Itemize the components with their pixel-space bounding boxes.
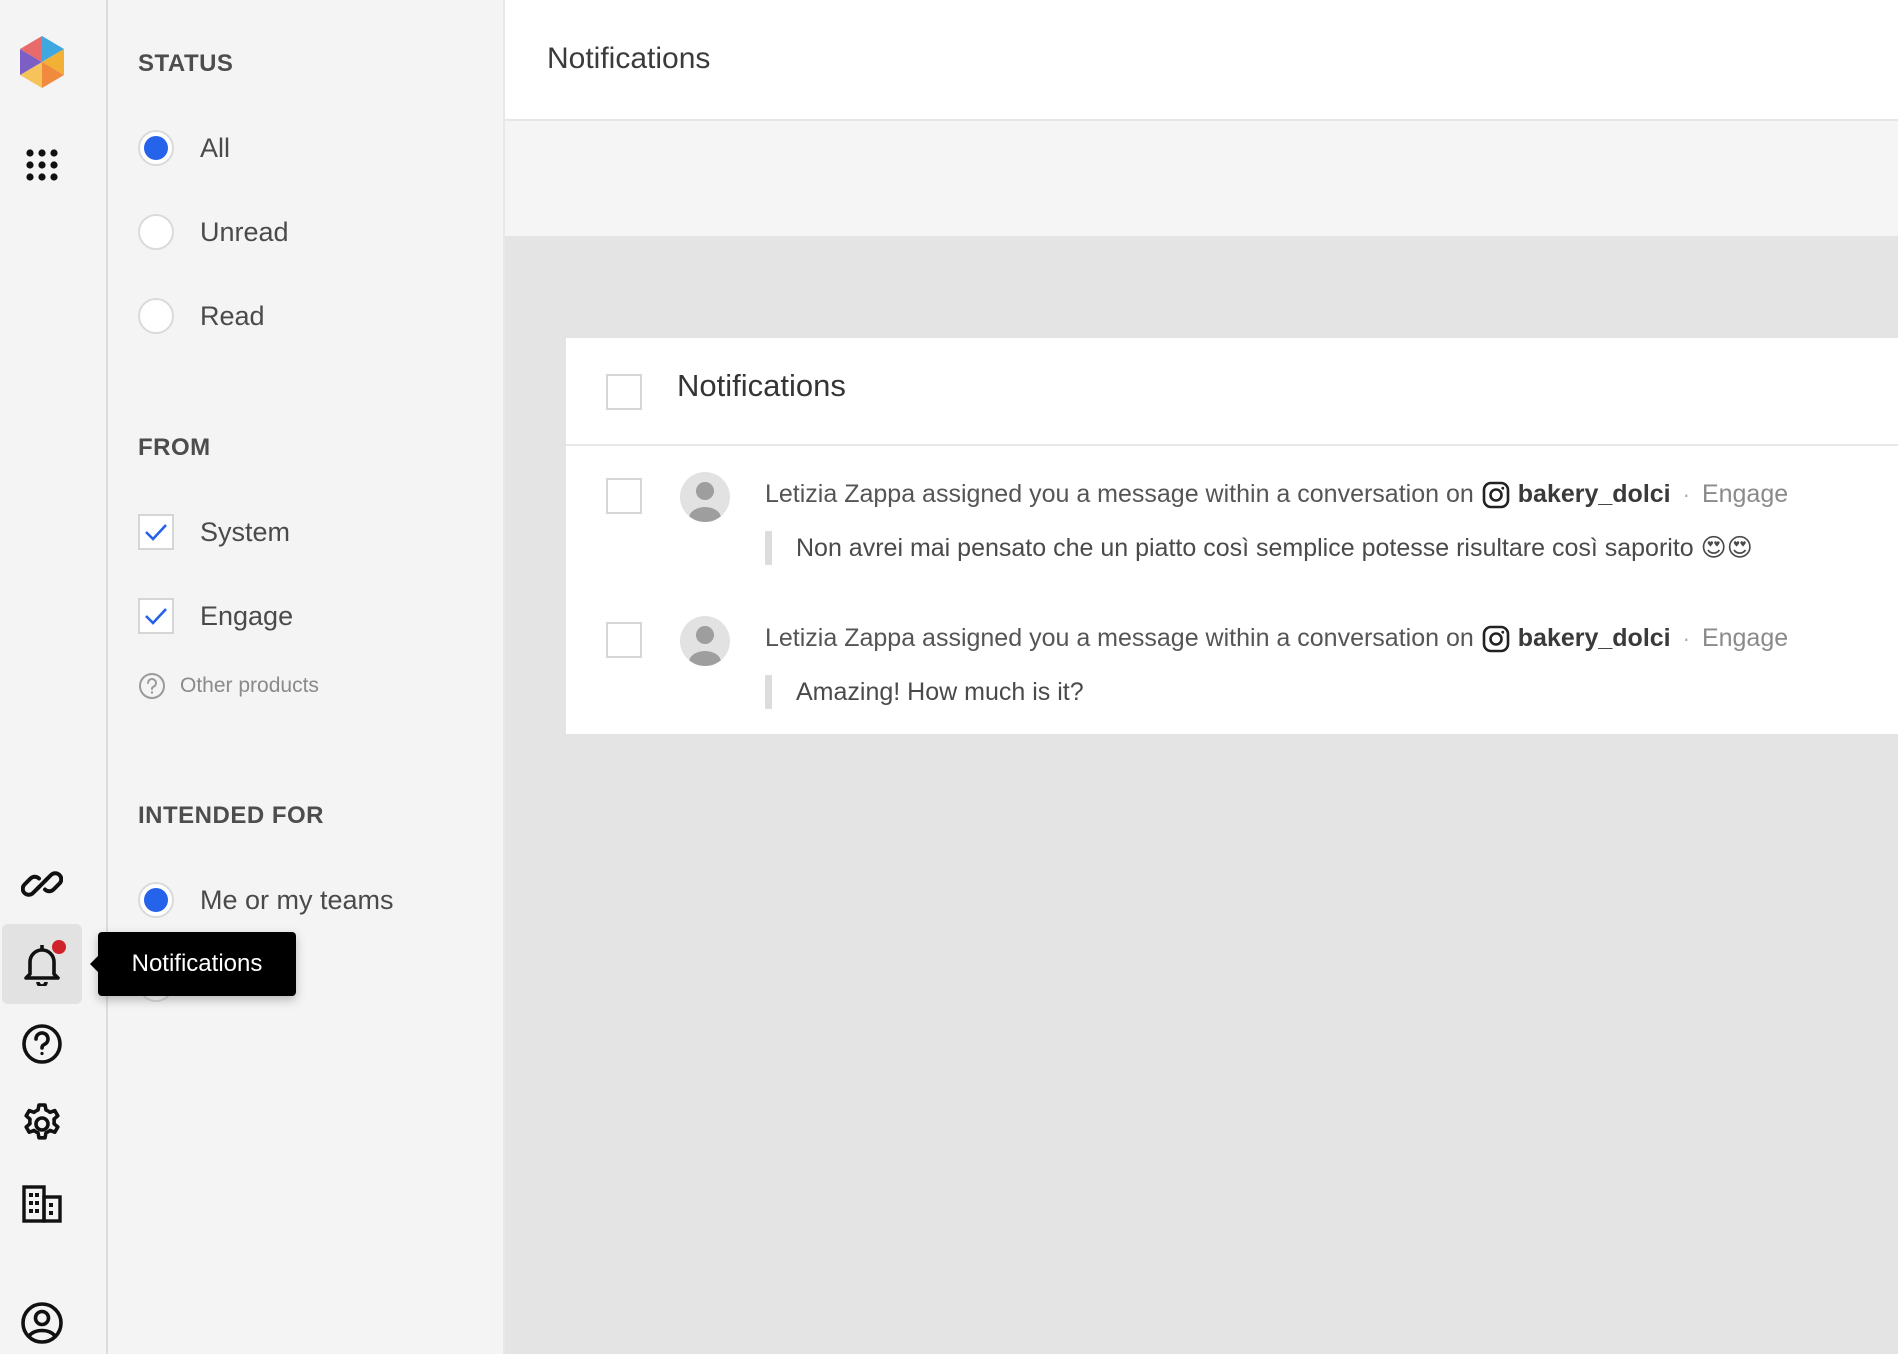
status-read-label: Read — [200, 300, 265, 331]
message-quote: Non avrei mai pensato che un piatto così… — [765, 531, 1753, 565]
status-read-radio[interactable] — [138, 298, 174, 334]
from-section-title: FROM — [138, 434, 211, 461]
gear-icon — [24, 1103, 60, 1140]
account-handle[interactable]: bakery_dolci — [1518, 480, 1671, 509]
account-button[interactable] — [2, 1283, 82, 1354]
from-option-engage[interactable]: Engage — [138, 596, 293, 636]
notification-badge — [52, 940, 66, 954]
page-header: Notifications — [505, 0, 1898, 121]
select-all-checkbox[interactable] — [606, 374, 642, 410]
avatar — [680, 472, 730, 522]
notification-text: Letizia Zappa assigned you a message wit… — [765, 624, 1474, 652]
separator-dot: · — [1682, 481, 1690, 507]
status-unread-radio[interactable] — [138, 214, 174, 250]
building-icon — [22, 1185, 62, 1223]
from-system-checkbox[interactable] — [138, 514, 174, 550]
other-products-label: Other products — [180, 674, 319, 697]
account-icon — [21, 1302, 63, 1344]
checkmark-icon — [145, 524, 167, 541]
settings-button[interactable] — [2, 1084, 82, 1164]
app-logo[interactable] — [2, 22, 82, 102]
organization-button[interactable] — [2, 1164, 82, 1244]
status-option-unread[interactable]: Unread — [138, 212, 289, 252]
account-handle[interactable]: bakery_dolci — [1518, 624, 1671, 653]
link-icon — [21, 871, 63, 897]
notifications-card: Notifications Letizia Zappa assigned you… — [566, 338, 1898, 734]
intended-for-section-title: INTENDED FOR — [138, 802, 324, 829]
card-header: Notifications — [566, 338, 1898, 446]
intended-option-me[interactable]: Me or my teams — [138, 880, 394, 920]
message-quote: Amazing! How much is it? — [765, 675, 1084, 709]
product-label: Engage — [1701, 480, 1789, 508]
logo-hex-icon — [20, 36, 64, 88]
notification-checkbox[interactable] — [606, 478, 642, 514]
links-button[interactable] — [2, 844, 82, 924]
from-option-system[interactable]: System — [138, 512, 290, 552]
notification-message: Letizia Zappa assigned you a message wit… — [765, 480, 1788, 509]
status-all-radio[interactable] — [138, 130, 174, 166]
card-title: Notifications — [677, 368, 846, 403]
avatar — [680, 616, 730, 666]
user-avatar-icon — [689, 626, 721, 666]
notifications-tooltip: Notifications — [90, 932, 296, 996]
help-icon — [22, 1024, 62, 1064]
notification-text: Letizia Zappa assigned you a message wit… — [765, 480, 1474, 508]
checkmark-icon — [145, 608, 167, 625]
status-unread-label: Unread — [200, 216, 289, 247]
product-label: Engage — [1701, 624, 1789, 652]
page-title: Notifications — [547, 42, 711, 75]
toolbar — [505, 121, 1898, 236]
from-engage-label: Engage — [200, 600, 294, 631]
separator-dot: · — [1682, 625, 1690, 651]
status-all-label: All — [200, 132, 231, 163]
user-avatar-icon — [689, 482, 721, 522]
apps-grid-icon — [26, 149, 58, 181]
from-system-label: System — [200, 516, 291, 547]
filter-panel: STATUS All Unread Read FROM System Engag… — [108, 0, 505, 1354]
notifications-button[interactable] — [2, 924, 82, 1004]
intended-me-radio[interactable] — [138, 882, 174, 918]
status-option-all[interactable]: All — [138, 128, 230, 168]
notification-row[interactable]: Letizia Zappa assigned you a message wit… — [566, 446, 1898, 590]
status-option-read[interactable]: Read — [138, 296, 265, 336]
notification-message: Letizia Zappa assigned you a message wit… — [765, 624, 1788, 653]
other-products-link[interactable]: Other products — [138, 672, 319, 700]
from-engage-checkbox[interactable] — [138, 598, 174, 634]
question-circle-icon — [139, 673, 165, 699]
notification-checkbox[interactable] — [606, 622, 642, 658]
instagram-icon — [1482, 625, 1510, 652]
instagram-icon — [1482, 481, 1510, 508]
apps-menu-button[interactable] — [2, 125, 82, 205]
help-button[interactable] — [2, 1004, 82, 1084]
status-section-title: STATUS — [138, 50, 234, 77]
intended-me-label: Me or my teams — [200, 884, 394, 915]
notification-row[interactable]: Letizia Zappa assigned you a message wit… — [566, 590, 1898, 734]
app-rail — [0, 0, 108, 1354]
